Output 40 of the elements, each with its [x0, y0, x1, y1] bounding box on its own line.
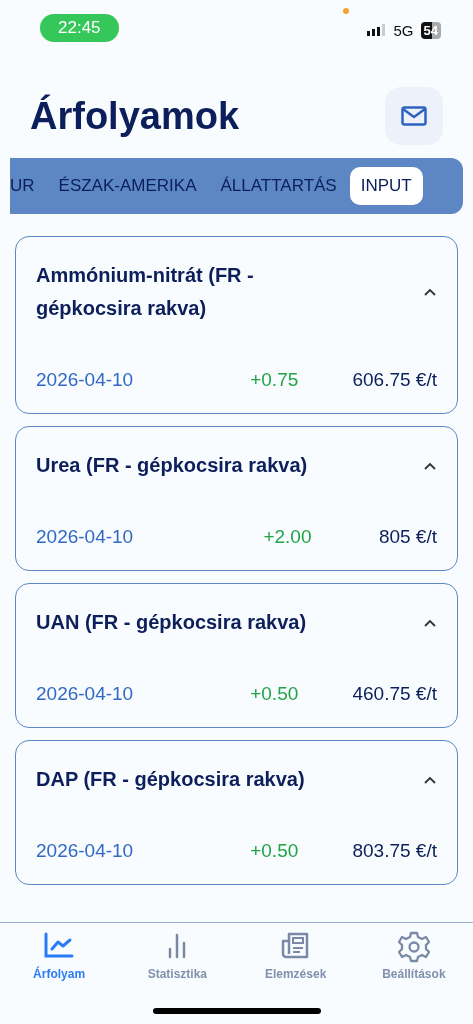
status-time: 22:45 — [40, 14, 119, 42]
price-change: +0.75 — [250, 369, 299, 391]
price-card[interactable]: DAP (FR - gépkocsira rakva) 2026-04-10 +0.50 803.75 €/t — [15, 740, 458, 885]
nav-tab[interactable]: Árfolyam — [0, 923, 119, 1024]
envelope-icon — [401, 106, 427, 126]
privacy-dot — [343, 8, 349, 14]
category-tab[interactable]: ÉSZAK-AMERIKA — [47, 167, 208, 205]
price-card[interactable]: Urea (FR - gépkocsira rakva) 2026-04-10 +2.00 805 €/t — [15, 426, 458, 571]
signal-icon — [366, 24, 387, 36]
chevron-up-icon[interactable] — [423, 287, 437, 297]
price-value: 805 €/t — [378, 526, 437, 548]
price-change: +0.50 — [250, 683, 299, 705]
product-name: Urea (FR - gépkocsira rakva) — [36, 453, 308, 478]
price-date: 2026-04-10 — [36, 526, 135, 548]
mail-button[interactable] — [385, 87, 443, 145]
price-date: 2026-04-10 — [36, 369, 135, 391]
category-tab[interactable]: UR — [10, 167, 46, 205]
nav-tab[interactable]: Elemzések — [236, 923, 355, 1024]
price-card[interactable]: Ammónium-nitrát (FR - gépkocsira rakva) 2026-04-10 +0.75 606.75 €/t — [15, 236, 458, 414]
price-value: 460.75 €/t — [352, 683, 437, 705]
product-name: Ammónium-nitrát (FR - gépkocsira rakva) — [36, 263, 255, 321]
product-name: UAN (FR - gépkocsira rakva) — [36, 610, 307, 635]
price-value: 606.75 €/t — [352, 369, 437, 391]
page-title: Árfolyamok — [30, 94, 240, 138]
chevron-up-icon[interactable] — [423, 617, 437, 628]
nav-tab[interactable]: Statisztika — [118, 923, 237, 1024]
price-value: 803.75 €/t — [352, 840, 437, 862]
chevron-up-icon[interactable] — [423, 774, 437, 785]
network-label: 5G — [393, 21, 414, 39]
price-card[interactable]: UAN (FR - gépkocsira rakva) 2026-04-10 +0.50 460.75 €/t — [15, 583, 458, 728]
price-change: +0.50 — [250, 840, 299, 862]
category-tab[interactable]: INPUT — [349, 167, 423, 205]
nav-tab[interactable]: Beállítások — [354, 923, 473, 1024]
price-date: 2026-04-10 — [36, 683, 135, 705]
category-tab[interactable]: ÁLLATTARTÁS — [209, 167, 348, 205]
price-change: +2.00 — [263, 526, 312, 548]
chevron-up-icon[interactable] — [423, 460, 437, 471]
settings-icon — [397, 931, 430, 963]
price-date: 2026-04-10 — [36, 840, 135, 862]
product-name: DAP (FR - gépkocsira rakva) — [36, 767, 305, 792]
